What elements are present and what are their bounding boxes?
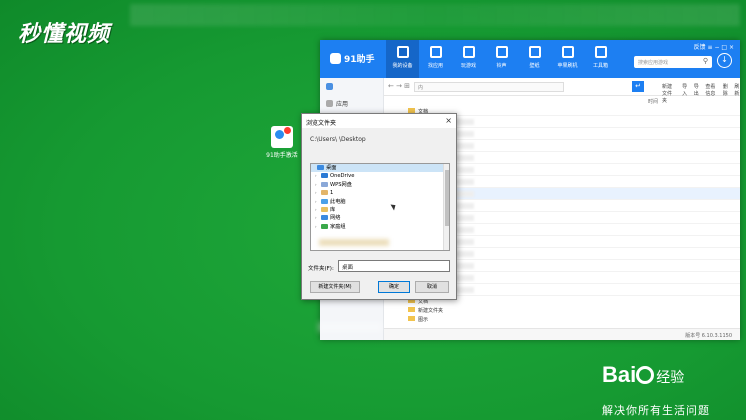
download-icon[interactable]: ↓ (717, 53, 732, 68)
close-icon[interactable]: × (445, 116, 452, 125)
title-bar: 91助手 我的设备 找应用 玩游戏 铃声 壁纸 苹果刷机 工具箱 反馈 ≡ − … (320, 40, 740, 78)
user-icon (321, 190, 328, 196)
desktop-shortcut-label: 91助手激活 (266, 152, 298, 159)
search-input[interactable]: 搜索应用游戏 ⚲ (634, 56, 712, 68)
nav-find-apps[interactable]: 找应用 (419, 40, 452, 78)
baidu-brand-suffix: 经验 (656, 370, 685, 386)
nav-my-device[interactable]: 我的设备 (386, 40, 419, 78)
phone-icon (396, 46, 409, 58)
baidu-slogan: 解决你所有生活问题 (602, 404, 710, 417)
list-item[interactable]: 新建文件夹 (408, 307, 443, 316)
folder-field[interactable]: 桌面 (338, 260, 450, 272)
toolbox-icon (594, 46, 607, 58)
image-icon (528, 46, 541, 58)
window-controls[interactable]: 反馈 ≡ − □ × (694, 42, 734, 51)
desktop-shortcut[interactable]: 91助手激活 (266, 126, 298, 159)
paw-icon (636, 366, 655, 384)
nav-ringtones[interactable]: 铃声 (485, 40, 518, 78)
android-icon-row (320, 78, 383, 94)
baidu-brand: Bai (602, 362, 637, 387)
cloud-icon (321, 181, 328, 187)
folder-tree[interactable]: 桌面 › OneDrive › WPS网盘 › 1 › 此电脑 › 库 › 网络 › 家庭组 (310, 163, 450, 251)
library-icon (321, 206, 328, 212)
cancel-button[interactable]: 取消 (415, 281, 449, 293)
desktop-icon (317, 165, 324, 170)
music-icon (495, 46, 508, 58)
tree-node-desktop[interactable]: 桌面 (311, 164, 449, 173)
folder-list: 文档 新建文件夹 图示 (408, 298, 443, 325)
homegroup-icon (321, 223, 328, 229)
video-watermark: 秒懂视频 (18, 22, 111, 47)
dialog-title: 浏览文件夹 (306, 120, 337, 127)
dialog-title-bar: 浏览文件夹 × (302, 114, 456, 128)
scrollbar-thumb[interactable] (445, 170, 449, 226)
nav-arrows[interactable]: ← → ⊞ (388, 82, 410, 90)
go-up-button[interactable]: ↵ (632, 81, 644, 92)
file-toolbar: ← → ⊞ 内 ↵ 新建文件夹 导入 导出 查看信息 删除 刷新 (384, 78, 740, 104)
search-icon[interactable]: ⚲ (703, 57, 708, 65)
folder-icon (408, 307, 415, 312)
tree-node-libraries[interactable]: › 库 (311, 206, 449, 214)
nav-flash[interactable]: 苹果刷机 (551, 40, 584, 78)
folder-field-label: 文件夹(F): (308, 266, 334, 272)
app-shortcut-icon (271, 126, 293, 148)
android-icon (326, 83, 333, 90)
refresh-icon (561, 46, 574, 58)
tree-node-homegroup[interactable]: › 家庭组 (311, 223, 449, 231)
status-bar: 版本号 6.10.3.1150 (384, 328, 740, 340)
network-icon (321, 215, 328, 221)
app-logo: 91助手 (330, 52, 375, 65)
tree-node-user[interactable]: › 1 (311, 189, 449, 197)
blurred-desktop-label (318, 322, 382, 332)
path-input[interactable]: 内 (414, 82, 564, 92)
nav-toolbox[interactable]: 工具箱 (584, 40, 617, 78)
tree-node-wps[interactable]: › WPS网盘 (311, 181, 449, 189)
computer-icon (321, 198, 328, 204)
tree-node-onedrive[interactable]: › OneDrive (311, 172, 449, 180)
nav-games[interactable]: 玩游戏 (452, 40, 485, 78)
tree-node-this-pc[interactable]: › 此电脑 (311, 198, 449, 206)
ok-button[interactable]: 确定 (378, 281, 410, 293)
blurred-desktop-strip (130, 4, 740, 26)
list-item[interactable]: 图示 (408, 316, 443, 325)
cloud-icon (321, 173, 328, 179)
nav-wallpaper[interactable]: 壁纸 (518, 40, 551, 78)
sidebar-item-apps[interactable]: 应用 (320, 94, 383, 112)
dialog-path: C:\Users\ \Desktop (310, 136, 366, 143)
bag-icon (429, 46, 442, 58)
main-nav: 我的设备 找应用 玩游戏 铃声 壁纸 苹果刷机 工具箱 (386, 40, 617, 78)
tree-scrollbar[interactable] (443, 164, 449, 250)
browse-folder-dialog: 浏览文件夹 × C:\Users\ \Desktop 桌面 › OneDrive … (301, 113, 457, 300)
blurred-folder (319, 239, 389, 246)
new-folder-button[interactable]: 新建文件夹(M) (310, 281, 360, 293)
logo-icon (330, 53, 341, 64)
gamepad-icon (462, 46, 475, 58)
folder-icon (408, 316, 415, 321)
tree-node-network[interactable]: › 网络 (311, 214, 449, 222)
baidu-watermark: Bai 经验 解决你所有生活问题 (602, 362, 709, 417)
apps-icon (326, 100, 333, 107)
